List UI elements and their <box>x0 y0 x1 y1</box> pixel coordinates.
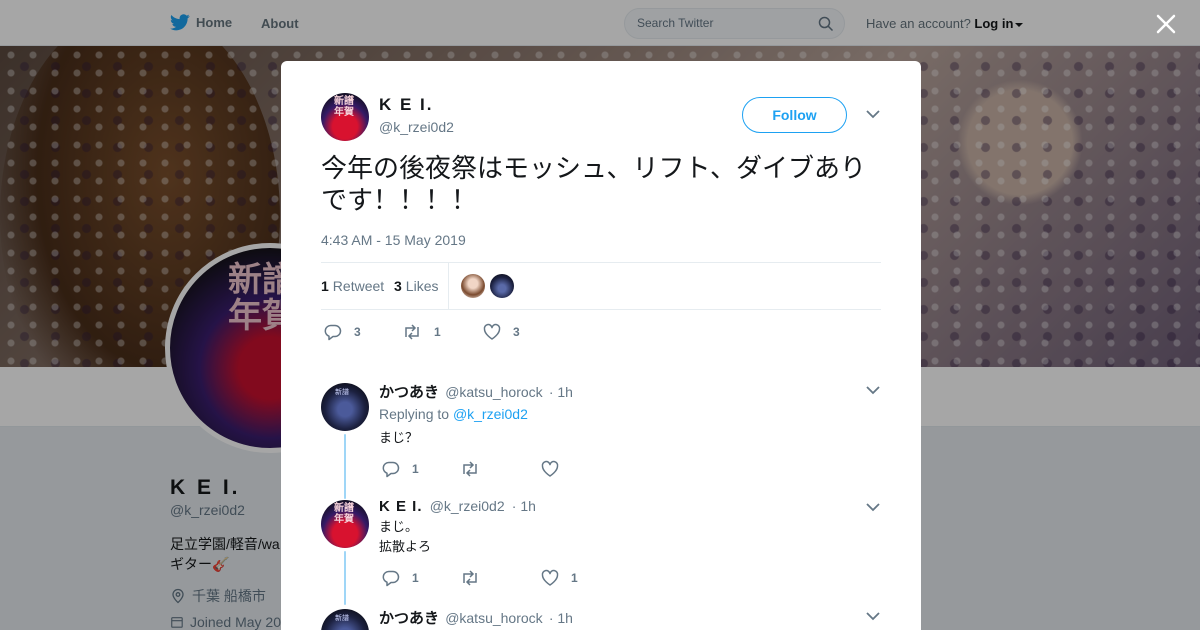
like-count: 1 <box>571 571 578 585</box>
reply-count: 1 <box>412 571 419 585</box>
chevron-down-icon[interactable] <box>866 611 880 621</box>
reply-author-name: かつあき <box>379 610 440 627</box>
avatar-lettering: 新譜 年賀 <box>334 96 354 118</box>
thread-connector <box>344 484 346 499</box>
chevron-down-icon[interactable] <box>866 109 880 119</box>
tweet-engagement-stats: 1 Retweet 3 Likes <box>321 262 881 310</box>
reply-icon <box>382 461 400 478</box>
retweet-action[interactable] <box>460 569 492 587</box>
replying-to-prefix: Replying to <box>379 406 450 422</box>
retweet-icon <box>463 461 477 477</box>
retweet-stat-label: Retweet <box>332 278 385 294</box>
heart-icon <box>483 323 501 340</box>
reply-icon <box>324 324 342 341</box>
replying-to-handle[interactable]: @k_rzei0d2 <box>453 406 528 422</box>
reply-text-line: 拡散よろ <box>379 540 432 555</box>
retweet-action[interactable]: 1 <box>402 323 441 341</box>
reply-count: 1 <box>412 462 419 476</box>
reply-author-avatar[interactable]: 新譜 <box>321 609 369 630</box>
reply-author-avatar[interactable]: 新譜 年賀 <box>321 500 369 548</box>
like-count: 3 <box>513 325 520 339</box>
tweet-timestamp[interactable]: 4:43 AM - 15 May 2019 <box>321 232 466 248</box>
reply-text: まじ？ <box>379 431 419 446</box>
tweet-text: 今年の後夜祭はモッシュ、リフト、ダイブありです！！！！ <box>321 154 866 216</box>
retweet-count: 1 <box>321 278 329 294</box>
reply-time[interactable]: · 1h <box>549 384 573 400</box>
reply-time[interactable]: · 1h <box>512 498 536 514</box>
likes-stat[interactable]: 3 Likes <box>394 278 438 294</box>
avatar-lettering: 新譜 <box>335 388 349 396</box>
heart-icon <box>541 569 559 586</box>
reply-author[interactable]: K E I. @k_rzei0d2 · 1h <box>379 498 536 515</box>
liker-avatar[interactable] <box>461 274 485 298</box>
heart-icon <box>541 460 559 477</box>
like-action[interactable] <box>541 460 571 478</box>
tweet-author-name[interactable]: K E I. <box>379 95 434 115</box>
avatar-lettering: 新譜 年賀 <box>334 503 354 525</box>
reply-time[interactable]: · 1h <box>549 610 573 626</box>
reply-author-name: K E I. <box>379 498 423 515</box>
thread-connector <box>344 551 346 605</box>
divider <box>448 263 449 309</box>
close-icon[interactable] <box>1154 12 1178 36</box>
avatar-lettering: 新譜 <box>335 614 349 622</box>
reply-author[interactable]: かつあき @katsu_horock · 1h <box>379 381 573 402</box>
like-action[interactable]: 1 <box>541 569 578 587</box>
replying-to: Replying to @k_rzei0d2 <box>379 406 528 422</box>
reply-icon <box>382 570 400 587</box>
reply-author-name: かつあき <box>379 384 440 401</box>
retweet-stat[interactable]: 1 Retweet <box>321 278 384 294</box>
reply-author-avatar[interactable]: 新譜 <box>321 383 369 431</box>
retweet-count: 1 <box>434 325 441 339</box>
reply-action[interactable]: 3 <box>324 323 361 341</box>
reply-author[interactable]: かつあき @katsu_horock · 1h <box>379 607 573 628</box>
reply-author-handle: @katsu_horock <box>445 384 543 400</box>
reply-author-handle: @k_rzei0d2 <box>429 498 505 514</box>
tweet-author-avatar[interactable]: 新譜 年賀 <box>321 93 369 141</box>
retweet-icon <box>463 570 477 586</box>
like-action[interactable]: 3 <box>483 323 520 341</box>
reply-text-line: まじ。 <box>379 520 419 535</box>
reply-count: 3 <box>354 325 361 339</box>
reply-action[interactable]: 1 <box>382 569 419 587</box>
reply-action[interactable]: 1 <box>382 460 419 478</box>
likes-count: 3 <box>394 278 402 294</box>
follow-button[interactable]: Follow <box>742 97 847 133</box>
tweet-author-handle[interactable]: @k_rzei0d2 <box>379 119 454 135</box>
reply-author-handle: @katsu_horock <box>445 610 543 626</box>
likes-stat-label: Likes <box>405 278 439 294</box>
retweet-action[interactable] <box>460 460 492 478</box>
liker-avatar[interactable] <box>490 274 514 298</box>
tweet-modal: 新譜 年賀 K E I. @k_rzei0d2 Follow 今年の後夜祭はモッシ… <box>281 61 921 630</box>
chevron-down-icon[interactable] <box>866 502 880 512</box>
chevron-down-icon[interactable] <box>866 385 880 395</box>
retweet-icon <box>405 324 419 340</box>
